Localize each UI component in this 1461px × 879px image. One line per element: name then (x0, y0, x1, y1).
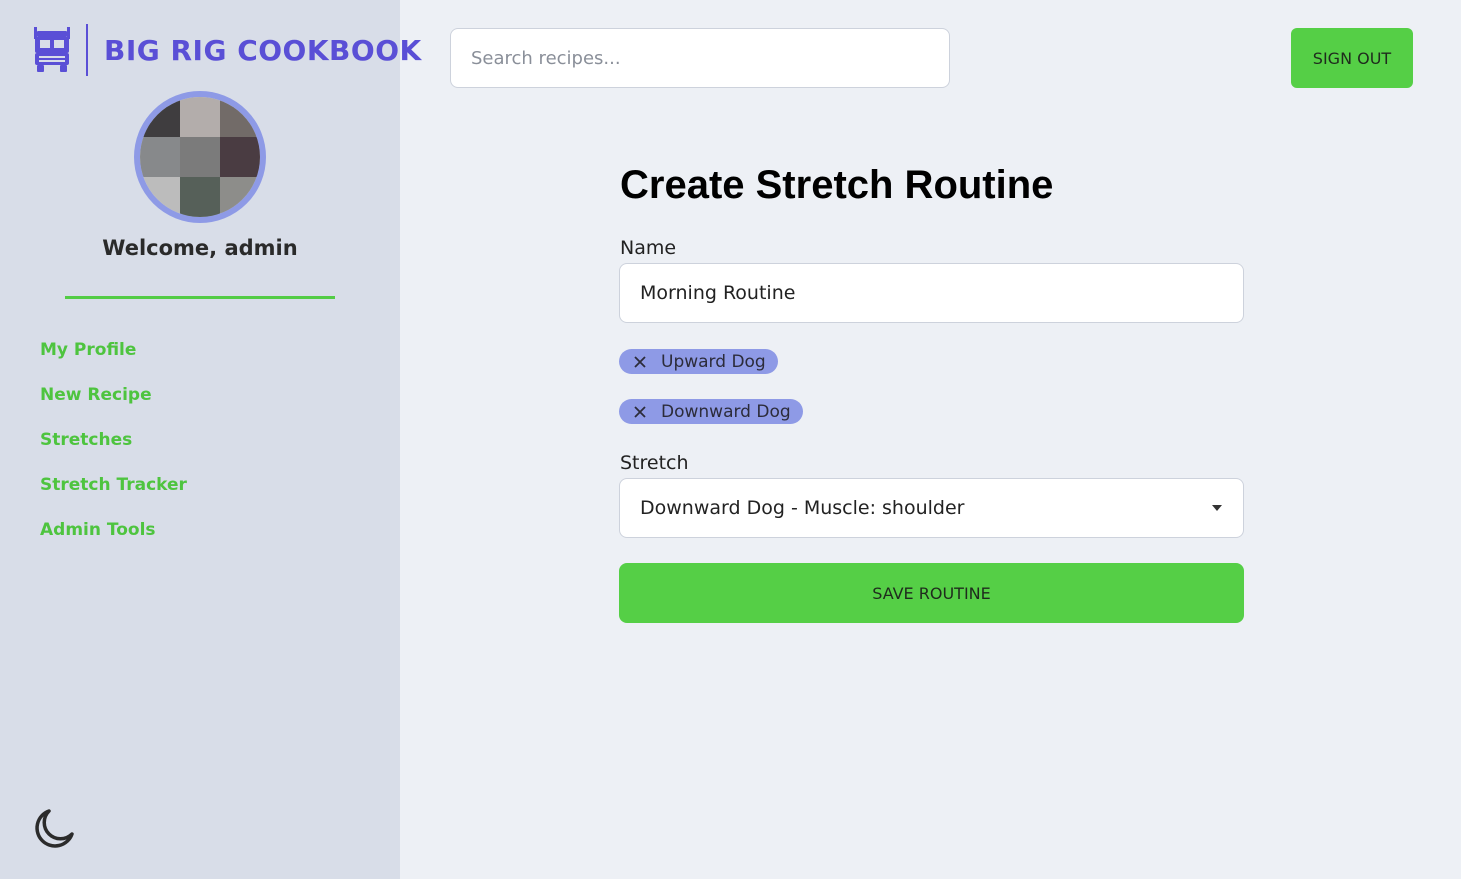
chip-label: Downward Dog (661, 401, 791, 422)
avatar-image (140, 97, 260, 217)
search-input[interactable] (450, 28, 950, 88)
sidebar-item-admin-tools[interactable]: Admin Tools (40, 520, 187, 565)
welcome-text: Welcome, admin (102, 236, 298, 260)
page-title: Create Stretch Routine (620, 163, 1054, 207)
truck-icon (34, 27, 70, 72)
close-icon[interactable] (633, 355, 647, 369)
sidebar-item-new-recipe[interactable]: New Recipe (40, 385, 187, 430)
sidebar-item-stretch-tracker[interactable]: Stretch Tracker (40, 475, 187, 520)
chevron-down-icon (1212, 505, 1222, 511)
sidebar-item-my-profile[interactable]: My Profile (40, 340, 187, 385)
stretch-select[interactable]: Downward Dog - Muscle: shoulder (619, 478, 1244, 538)
sign-out-button[interactable]: SIGN OUT (1291, 28, 1413, 88)
brand[interactable]: BIG RIG COOKBOOK (34, 24, 422, 76)
sidebar-item-stretches[interactable]: Stretches (40, 430, 187, 475)
stretch-chip: Upward Dog (619, 349, 778, 374)
avatar[interactable] (134, 91, 266, 223)
sidebar-divider (65, 296, 335, 299)
brand-divider (86, 24, 88, 76)
chip-label: Upward Dog (661, 351, 766, 372)
sidebar: BIG RIG COOKBOOK Welcome, admin My Profi… (0, 0, 421, 879)
save-routine-button[interactable]: SAVE ROUTINE (619, 563, 1244, 623)
stretch-chip: Downward Dog (619, 399, 803, 424)
sidebar-nav: My Profile New Recipe Stretches Stretch … (40, 340, 187, 565)
name-field[interactable] (619, 263, 1244, 323)
stretch-select-value: Downward Dog - Muscle: shoulder (640, 497, 965, 519)
brand-name: BIG RIG COOKBOOK (104, 33, 422, 67)
moon-icon[interactable] (32, 805, 78, 851)
close-icon[interactable] (633, 405, 647, 419)
name-label: Name (620, 237, 677, 259)
stretch-label: Stretch (620, 452, 689, 474)
